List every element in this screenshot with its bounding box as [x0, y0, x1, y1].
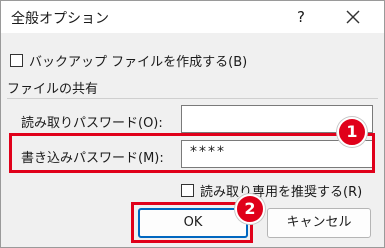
close-icon — [346, 10, 360, 24]
read-password-label: 読み取りパスワード(O): — [21, 116, 163, 131]
cancel-button[interactable]: キャンセル — [267, 208, 371, 238]
backup-checkbox[interactable] — [10, 54, 23, 67]
write-password-highlight — [9, 133, 375, 173]
close-button[interactable] — [338, 3, 368, 31]
title-bar: 全般オプション ? — [1, 1, 384, 33]
backup-checkbox-label: バックアップ ファイルを作成する(B) — [29, 55, 248, 70]
dialog-title: 全般オプション — [11, 11, 109, 27]
readonly-recommend-checkbox[interactable] — [181, 184, 194, 197]
file-sharing-section-label: ファイルの共有 — [7, 82, 99, 97]
section-divider — [7, 98, 378, 99]
readonly-recommend-label: 読み取り専用を推奨する(R) — [200, 185, 363, 200]
step-marker-2: 2 — [235, 194, 265, 224]
help-button[interactable]: ? — [290, 5, 312, 29]
step-marker-1: 1 — [337, 117, 367, 147]
general-options-dialog: 全般オプション ? バックアップ ファイルを作成する(B) ファイルの共有 読み… — [0, 0, 385, 248]
